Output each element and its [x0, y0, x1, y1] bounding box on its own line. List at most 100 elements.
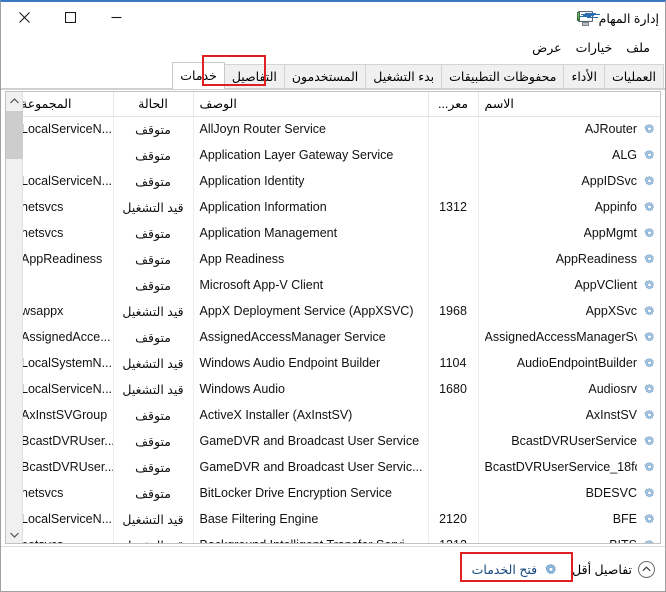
table-row[interactable]: AppVClient Microsoft App-V Client متوقف [23, 272, 660, 298]
maximize-icon[interactable] [47, 2, 93, 33]
cell-status: قيد التشغيل [112, 350, 193, 376]
gear-icon [643, 539, 656, 543]
scroll-up-icon[interactable] [6, 92, 23, 109]
table-row[interactable]: AppIDSvc Application Identity متوقف LocalSe… [23, 168, 660, 194]
minimize-icon[interactable] [93, 2, 139, 33]
cell-group: BcastDVRUser... [23, 460, 113, 474]
table-row[interactable]: AssignedAccessManagerSvc AssignedAccessMa… [23, 324, 660, 350]
gear-icon [643, 331, 656, 344]
cell-pid: 1680 [427, 376, 478, 402]
cell-group: LocalServiceN... [23, 512, 113, 526]
cell-name: BcastDVRUserService_18fca2 [477, 454, 660, 480]
services-table-viewport: ⌃ الاسم معر... الوصف الحالة المجموعة AJR… [23, 92, 660, 543]
cell-status: متوقف [112, 246, 193, 272]
cell-group [23, 142, 113, 168]
task-manager-icon [576, 10, 594, 27]
service-name: AppVClient [574, 278, 637, 292]
tab-services[interactable]: خدمات [172, 62, 225, 89]
column-header-status[interactable]: الحالة [112, 92, 193, 117]
fewer-details-label: تفاصيل أقل [572, 562, 632, 577]
cell-status: قيد التشغيل [112, 376, 193, 402]
table-row[interactable]: Audiosrv 1680 Windows Audio قيد التشغيل Loca… [23, 376, 660, 402]
gear-icon [643, 305, 656, 318]
cell-status: قيد التشغيل [112, 298, 193, 324]
tab-strip: العمليات الأداء محفوظات التطبيقات بدء ال… [1, 60, 665, 90]
service-name: AudioEndpointBuilder [516, 356, 637, 370]
close-icon[interactable] [1, 2, 47, 33]
menu-item-view[interactable]: عرض [525, 38, 568, 57]
menu-bar: ملف خيارات عرض [1, 34, 665, 60]
cell-group: netsvcs [23, 200, 64, 214]
table-row[interactable]: BcastDVRUserService_18fca2 GameDVR and Br… [23, 454, 660, 480]
cell-pid [427, 142, 478, 168]
tab-startup[interactable]: بدء التشغيل [365, 64, 443, 89]
sort-ascending-icon: ⌃ [565, 92, 574, 98]
gear-icon [545, 563, 558, 576]
table-row[interactable]: AppMgmt Application Management متوقف netsvc… [23, 220, 660, 246]
cell-group: AssignedAcce... [23, 330, 111, 344]
cell-description: Application Information [192, 194, 428, 220]
fewer-details-button[interactable]: تفاصيل أقل [572, 560, 655, 578]
service-name: AxInstSV [585, 408, 637, 422]
table-row[interactable]: AudioEndpointBuilder 1104 Windows Audio En… [23, 350, 660, 376]
scroll-down-icon[interactable] [6, 526, 23, 543]
cell-group: AppReadiness [23, 252, 103, 266]
cell-status: متوقف [112, 454, 193, 480]
column-header-group[interactable]: المجموعة [23, 92, 113, 117]
tab-app-history[interactable]: محفوظات التطبيقات [441, 64, 565, 89]
chevron-up-icon [638, 560, 655, 578]
cell-status: متوقف [112, 142, 193, 168]
vertical-scrollbar[interactable] [6, 92, 23, 543]
cell-description: ActiveX Installer (AxInstSV) [192, 402, 428, 428]
gear-icon [643, 253, 656, 266]
service-name: BITS [609, 538, 637, 543]
table-row[interactable]: BDESVC BitLocker Drive Encryption Service… [23, 480, 660, 506]
tab-performance[interactable]: الأداء [563, 64, 605, 89]
table-row[interactable]: AJRouter AllJoyn Router Service متوقف Local… [23, 116, 660, 142]
table-row[interactable]: ALG Application Layer Gateway Service متوق… [23, 142, 660, 168]
cell-group [23, 272, 113, 298]
cell-name: AppIDSvc [477, 168, 660, 194]
menu-item-options[interactable]: خيارات [569, 38, 620, 57]
table-row[interactable]: AppXSvc 1968 AppX Deployment Service (AppX… [23, 298, 660, 324]
open-services-button[interactable]: فتح الخدمات [472, 562, 558, 577]
service-name: AssignedAccessManagerSvc [484, 330, 638, 344]
table-row[interactable]: Appinfo 1312 Application Information قيد ال… [23, 194, 660, 220]
table-row[interactable]: BITS 1312Background Intelligent Transfer … [23, 532, 660, 543]
table-row[interactable]: BcastDVRUserService GameDVR and Broadcast… [23, 428, 660, 454]
cell-name: AppVClient [477, 272, 660, 298]
title-bar: إدارة المهام [1, 2, 665, 34]
cell-name: AppReadiness [477, 246, 660, 272]
cell-pid [427, 402, 478, 428]
tab-processes[interactable]: العمليات [603, 64, 664, 89]
scrollbar-thumb[interactable] [6, 111, 23, 159]
service-name: AJRouter [584, 122, 637, 137]
table-row[interactable]: BFE 2120 Base Filtering Engine قيد التشغيل L… [23, 506, 660, 532]
column-header-name[interactable]: ⌃ الاسم [477, 92, 660, 117]
cell-pid [427, 220, 478, 246]
column-header-pid[interactable]: معر... [427, 92, 478, 117]
cell-name: BFE [477, 506, 660, 532]
cell-pid: 1104 [427, 350, 478, 376]
tab-users[interactable]: المستخدمون [283, 64, 367, 89]
cell-pid: 1312 [427, 194, 478, 220]
cell-status: قيد التشغيل [112, 532, 193, 543]
menu-item-file[interactable]: ملف [619, 38, 657, 57]
service-name: BDESVC [585, 486, 637, 500]
table-row[interactable]: AxInstSV ActiveX Installer (AxInstSV) متوق… [23, 402, 660, 428]
cell-name: AudioEndpointBuilder [477, 350, 660, 376]
cell-description: Base Filtering Engine [192, 506, 428, 532]
services-table: ⌃ الاسم معر... الوصف الحالة المجموعة AJR… [23, 92, 660, 543]
cell-pid [427, 272, 478, 298]
cell-pid [427, 116, 478, 142]
service-name: AppXSvc [585, 304, 637, 318]
column-header-description[interactable]: الوصف [192, 92, 428, 117]
cell-name: AppXSvc [477, 298, 660, 324]
table-row[interactable]: AppReadiness App Readiness متوقف AppReadine… [23, 246, 660, 272]
cell-description: Application Layer Gateway Service [192, 142, 428, 168]
cell-description: AssignedAccessManager Service [192, 324, 428, 350]
cell-pid [427, 246, 478, 272]
tab-details[interactable]: التفاصيل [223, 64, 285, 89]
gear-icon [643, 123, 656, 136]
gear-icon [643, 461, 656, 474]
